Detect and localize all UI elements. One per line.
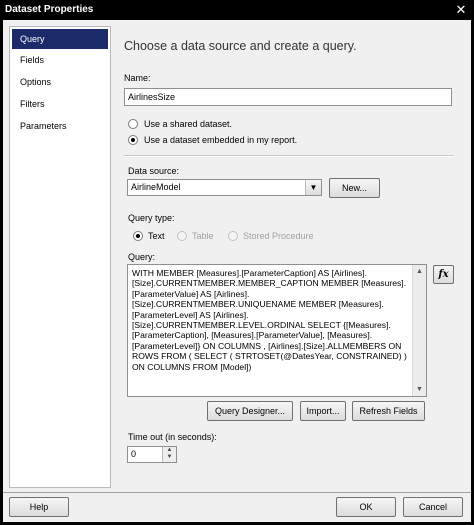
timeout-stepper[interactable]: 0 ▲ ▼: [127, 446, 177, 463]
query-text[interactable]: WITH MEMBER [Measures].[ParameterCaption…: [132, 268, 408, 372]
query-designer-button[interactable]: Query Designer...: [207, 401, 293, 421]
sidebar: Query Fields Options Filters Parameters: [9, 26, 111, 488]
sidebar-item-query[interactable]: Query: [12, 29, 108, 49]
query-textarea[interactable]: WITH MEMBER [Measures].[ParameterCaption…: [127, 264, 427, 397]
refresh-fields-button[interactable]: Refresh Fields: [352, 401, 425, 421]
radio-embedded-dataset-label: Use a dataset embedded in my report.: [144, 135, 298, 145]
sidebar-item-options[interactable]: Options: [12, 72, 108, 92]
new-datasource-button[interactable]: New...: [329, 178, 380, 198]
radio-shared-dataset-label: Use a shared dataset.: [144, 119, 233, 129]
window-title: Dataset Properties: [5, 4, 94, 15]
help-button[interactable]: Help: [9, 497, 69, 517]
close-icon[interactable]: ✕: [454, 3, 468, 17]
scroll-up-icon[interactable]: ▲: [413, 265, 426, 278]
query-type-text-label: Text: [148, 231, 165, 241]
query-scrollbar[interactable]: ▲ ▼: [412, 265, 426, 396]
page-heading: Choose a data source and create a query.: [124, 39, 357, 53]
radio-embedded-dataset[interactable]: [128, 135, 138, 145]
import-button[interactable]: Import...: [300, 401, 346, 421]
timeout-label: Time out (in seconds):: [128, 432, 217, 442]
name-label: Name:: [124, 73, 151, 83]
ok-button[interactable]: OK: [336, 497, 396, 517]
chevron-down-icon[interactable]: ▼: [305, 180, 321, 195]
sidebar-item-filters[interactable]: Filters: [12, 94, 108, 114]
datasource-select[interactable]: AirlineModel ▼: [127, 179, 322, 196]
query-label: Query:: [128, 252, 156, 262]
name-field[interactable]: AirlinesSize: [124, 88, 452, 106]
stepper-down-icon[interactable]: ▼: [163, 454, 176, 461]
radio-shared-dataset[interactable]: [128, 119, 138, 129]
datasource-label: Data source:: [128, 166, 180, 176]
stepper-up-icon[interactable]: ▲: [163, 447, 176, 454]
separator: [124, 155, 454, 157]
function-icon: fx: [438, 269, 449, 280]
scroll-down-icon[interactable]: ▼: [413, 383, 426, 396]
expression-button[interactable]: fx: [433, 265, 454, 284]
radio-query-type-text[interactable]: [133, 231, 143, 241]
timeout-value[interactable]: 0: [131, 449, 136, 459]
stepper-arrows[interactable]: ▲ ▼: [162, 447, 176, 462]
radio-query-type-stored-procedure: [228, 231, 238, 241]
radio-query-type-table: [177, 231, 187, 241]
footer-separator: [3, 492, 471, 493]
query-type-table-label: Table: [192, 231, 214, 241]
query-type-stored-procedure-label: Stored Procedure: [243, 231, 314, 241]
title-bar: Dataset Properties ✕: [0, 0, 474, 20]
sidebar-item-fields[interactable]: Fields: [12, 50, 108, 70]
datasource-value: AirlineModel: [131, 182, 181, 192]
query-type-label: Query type:: [128, 213, 175, 223]
cancel-button[interactable]: Cancel: [403, 497, 463, 517]
sidebar-item-parameters[interactable]: Parameters: [12, 116, 108, 136]
